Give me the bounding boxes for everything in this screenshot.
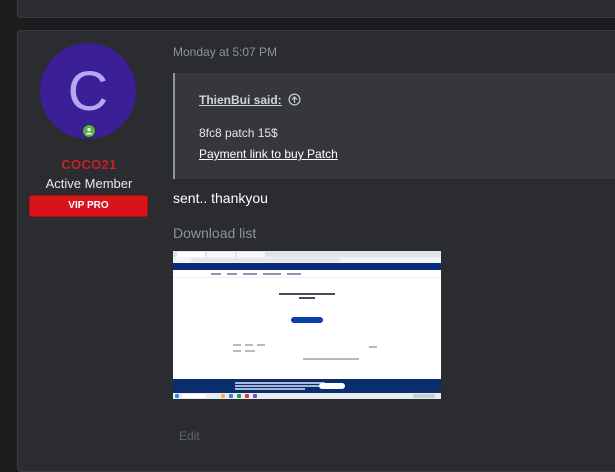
quote-block: ThienBui said: 8fc8 patch 15$ Payment li…	[173, 73, 615, 179]
forum-post: C COCO21 Active Member VIP PRO Monday at…	[17, 30, 615, 472]
quote-text: 8fc8 patch 15$	[199, 126, 278, 140]
thumbnail-footer-link	[233, 344, 241, 346]
online-status-badge	[82, 124, 96, 138]
thumbnail-footer-link	[369, 346, 377, 348]
message-body: sent.. thankyou	[173, 190, 268, 206]
thumbnail-heading-line	[279, 293, 335, 295]
online-user-icon	[83, 125, 95, 137]
thumbnail-site-header	[173, 263, 441, 270]
thumbnail-cookie-banner	[173, 379, 441, 393]
thumbnail-heading-line	[299, 297, 315, 299]
arrow-up-circle-icon[interactable]	[288, 93, 301, 111]
edit-link[interactable]: Edit	[179, 429, 200, 443]
thumbnail-blue-button	[291, 317, 323, 323]
thumbnail-taskbar	[173, 393, 441, 399]
user-title: Active Member	[45, 176, 133, 191]
thumbnail-footer-link	[303, 358, 359, 360]
thumbnail-site-menu	[173, 270, 441, 278]
username[interactable]: COCO21	[18, 157, 160, 172]
attachment-thumbnail[interactable]	[173, 251, 441, 399]
quote-author-link[interactable]: ThienBui said:	[199, 93, 282, 107]
payment-link[interactable]: Payment link to buy Patch	[199, 147, 338, 161]
thumbnail-footer-link	[245, 344, 253, 346]
previous-post-tail	[17, 0, 615, 18]
user-banner: VIP PRO	[29, 195, 148, 217]
thumbnail-footer-link	[257, 344, 265, 346]
thumbnail-footer-link	[233, 350, 241, 352]
user-info-panel: C COCO21 Active Member VIP PRO	[18, 31, 160, 471]
avatar-letter: C	[67, 59, 109, 122]
post-timestamp[interactable]: Monday at 5:07 PM	[173, 45, 277, 59]
attachments-heading: Download list	[173, 225, 257, 241]
thumbnail-footer-link	[245, 350, 255, 352]
